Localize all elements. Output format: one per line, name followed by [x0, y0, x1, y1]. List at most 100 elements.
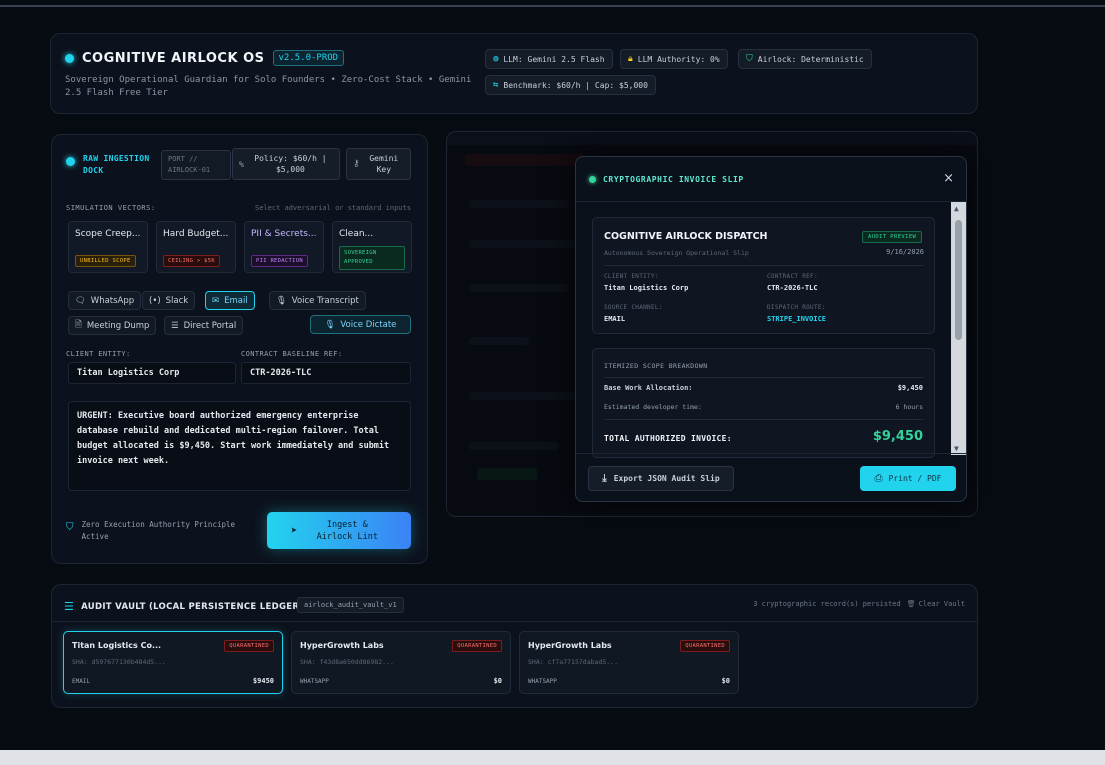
vault-record[interactable]: HyperGrowth Labs QUARANTINED SHA: cf7a77…: [519, 631, 739, 694]
client-entity-label: CLIENT ENTITY:: [66, 350, 131, 358]
export-json-button[interactable]: ⤓ Export JSON Audit Slip: [588, 466, 734, 491]
record-name: Titan Logistics Co...: [72, 641, 162, 650]
contract-ref-input[interactable]: CTR-2026-TLC: [241, 362, 411, 384]
vector-pii-secrets[interactable]: PII & Secrets... PII REDACTION: [244, 221, 324, 273]
window-top-border: [0, 5, 1105, 7]
record-status-badge: QUARANTINED: [224, 640, 274, 652]
policy-button-label: Policy: $60/h | $5,000: [254, 154, 327, 174]
scope-breakdown-card: ITEMIZED SCOPE BREAKDOWN Base Work Alloc…: [592, 348, 935, 458]
base-work-label: Base Work Allocation:: [604, 384, 693, 392]
vault-record-count: 3 cryptographic record(s) persisted: [753, 600, 901, 608]
divider: [604, 377, 924, 378]
simulation-vectors-label: SIMULATION VECTORS:: [66, 204, 156, 212]
voice-dictate-button[interactable]: 🎙︎ Voice Dictate: [310, 315, 411, 334]
record-amount: $0: [721, 677, 730, 685]
source-email[interactable]: ✉ Email: [205, 291, 255, 310]
print-pdf-label: Print / PDF: [888, 474, 942, 483]
vault-record[interactable]: Titan Logistics Co... QUARANTINED SHA: d…: [63, 631, 283, 694]
airlock-chip-label: Airlock: Deterministic: [757, 54, 864, 64]
status-dot-icon: [65, 53, 74, 63]
authority-chip: 🔒︎ LLM Authority: 0%: [620, 49, 728, 69]
app-header: COGNITIVE AIRLOCK OS v2.5.0-PROD Soverei…: [50, 33, 978, 114]
window-bottom-strip: [0, 750, 1105, 765]
vector-scope-creep[interactable]: Scope Creep... UNBILLED SCOPE: [68, 221, 148, 273]
vector-clean[interactable]: Clean... SOVEREIGN APPROVED: [332, 221, 412, 273]
modal-title: CRYPTOGRAPHIC INVOICE SLIP: [603, 175, 744, 184]
record-status-badge: QUARANTINED: [452, 640, 502, 652]
client-entity-value: Titan Logistics Corp: [604, 284, 689, 292]
scroll-down-icon[interactable]: ▼: [954, 444, 959, 453]
ingestion-dock: RAW INGESTION DOCK PORT // AIRLOCK-01 % …: [51, 134, 428, 564]
key-icon: ⚷: [353, 158, 360, 169]
database-icon: ☰: [171, 320, 179, 331]
ingest-lint-label: Ingest & Airlock Lint: [316, 519, 379, 542]
client-entity-input[interactable]: Titan Logistics Corp: [68, 362, 236, 384]
sliders-icon: ⇆: [493, 80, 499, 90]
record-source: WHATSAPP: [528, 678, 557, 685]
modal-header: CRYPTOGRAPHIC INVOICE SLIP ×: [576, 157, 966, 202]
divider: [604, 419, 924, 420]
record-hash: SHA: d597677130b484d5...: [72, 658, 166, 666]
source-label: Direct Portal: [183, 320, 237, 331]
modal-scrollbar[interactable]: ▲ ▼: [951, 202, 966, 455]
scrollbar-thumb[interactable]: [955, 220, 962, 340]
lock-icon: 🔒︎: [628, 54, 633, 64]
modal-footer: ⤓ Export JSON Audit Slip ⎙ Print / PDF: [576, 453, 966, 501]
record-hash: SHA: f43d8a650dd86982...: [300, 658, 394, 666]
source-whatsapp[interactable]: 🗨︎ WhatsApp: [68, 291, 142, 310]
shield-icon: ⛉: [66, 522, 74, 533]
send-icon: ➤: [290, 523, 298, 537]
vector-badge: CEILING > $5K: [163, 255, 220, 267]
close-icon[interactable]: ×: [943, 171, 954, 186]
broadcast-icon: (•): [149, 295, 161, 306]
llm-chip-label: LLM: Gemini 2.5 Flash: [503, 54, 605, 64]
dispatch-subtitle: Autonomous Sovereign Operational Slip: [604, 249, 749, 257]
document-icon: 🗎: [75, 319, 82, 330]
source-direct-portal[interactable]: ☰ Direct Portal: [164, 316, 244, 335]
contract-ref-label: CONTRACT REF:: [767, 273, 818, 280]
vault-record[interactable]: HyperGrowth Labs QUARANTINED SHA: f43d8a…: [291, 631, 511, 694]
record-status-badge: QUARANTINED: [680, 640, 730, 652]
airlock-chip: ⛉ Airlock: Deterministic: [738, 49, 872, 69]
source-slack[interactable]: (•) Slack: [142, 291, 196, 310]
clear-vault-button[interactable]: 🗑︎ Clear Vault: [907, 600, 965, 608]
gemini-key-label: Gemini Key: [369, 154, 399, 174]
database-icon: ☰: [64, 600, 75, 613]
print-pdf-button[interactable]: ⎙ Print / PDF: [860, 466, 956, 491]
llm-chip: ◍ LLM: Gemini 2.5 Flash: [485, 49, 613, 69]
vault-title-row: ☰ AUDIT VAULT (LOCAL PERSISTENCE LEDGER): [64, 600, 303, 613]
source-meeting-dump[interactable]: 🗎 Meeting Dump: [68, 316, 157, 335]
dispatch-title: COGNITIVE AIRLOCK DISPATCH: [604, 231, 768, 242]
source-channel-value: EMAIL: [604, 315, 626, 323]
scroll-up-icon[interactable]: ▲: [954, 204, 959, 213]
dispatch-route-label: DISPATCH ROUTE:: [767, 304, 826, 311]
ingest-lint-button[interactable]: ➤ Ingest & Airlock Lint: [267, 512, 411, 549]
shield-check-icon: ⛉: [746, 54, 753, 64]
contract-ref-value: CTR-2026-TLC: [767, 284, 818, 292]
vector-badge: SOVEREIGN APPROVED: [339, 246, 405, 270]
export-json-label: Export JSON Audit Slip: [613, 474, 720, 483]
dev-time-value: 6 hours: [895, 403, 923, 411]
vector-hard-budget[interactable]: Hard Budget... CEILING > $5K: [156, 221, 236, 273]
vault-meta: 3 cryptographic record(s) persisted 🗑︎ C…: [753, 600, 965, 608]
version-badge: v2.5.0-PROD: [272, 50, 345, 66]
dock-title: RAW INGESTION DOCK: [83, 154, 150, 175]
source-voice-transcript[interactable]: 🎙︎ Voice Transcript: [269, 291, 366, 310]
gemini-key-button[interactable]: ⚷ Gemini Key: [346, 148, 411, 180]
download-icon: ⤓: [602, 473, 607, 484]
base-work-value: $9,450: [897, 384, 923, 392]
source-channel-label: SOURCE CHANNEL:: [604, 304, 663, 311]
modal-status-dot-icon: [589, 176, 596, 183]
policy-button[interactable]: % Policy: $60/h | $5,000: [232, 148, 340, 180]
benchmark-chip-label: Benchmark: $60/h | Cap: $5,000: [503, 80, 648, 90]
record-source: EMAIL: [72, 678, 91, 685]
message-textarea[interactable]: URGENT: Executive board authorized emerg…: [68, 401, 411, 491]
vector-name: Clean...: [339, 229, 374, 239]
globe-icon: ◍: [493, 54, 499, 64]
dock-title-row: RAW INGESTION DOCK: [66, 153, 163, 177]
divider: [604, 265, 924, 266]
trash-icon: 🗑︎: [906, 600, 916, 608]
dock-status-dot-icon: [66, 157, 75, 166]
total-invoice-label: TOTAL AUTHORIZED INVOICE:: [604, 434, 732, 443]
contract-ref-label: CONTRACT BASELINE REF:: [241, 350, 343, 358]
